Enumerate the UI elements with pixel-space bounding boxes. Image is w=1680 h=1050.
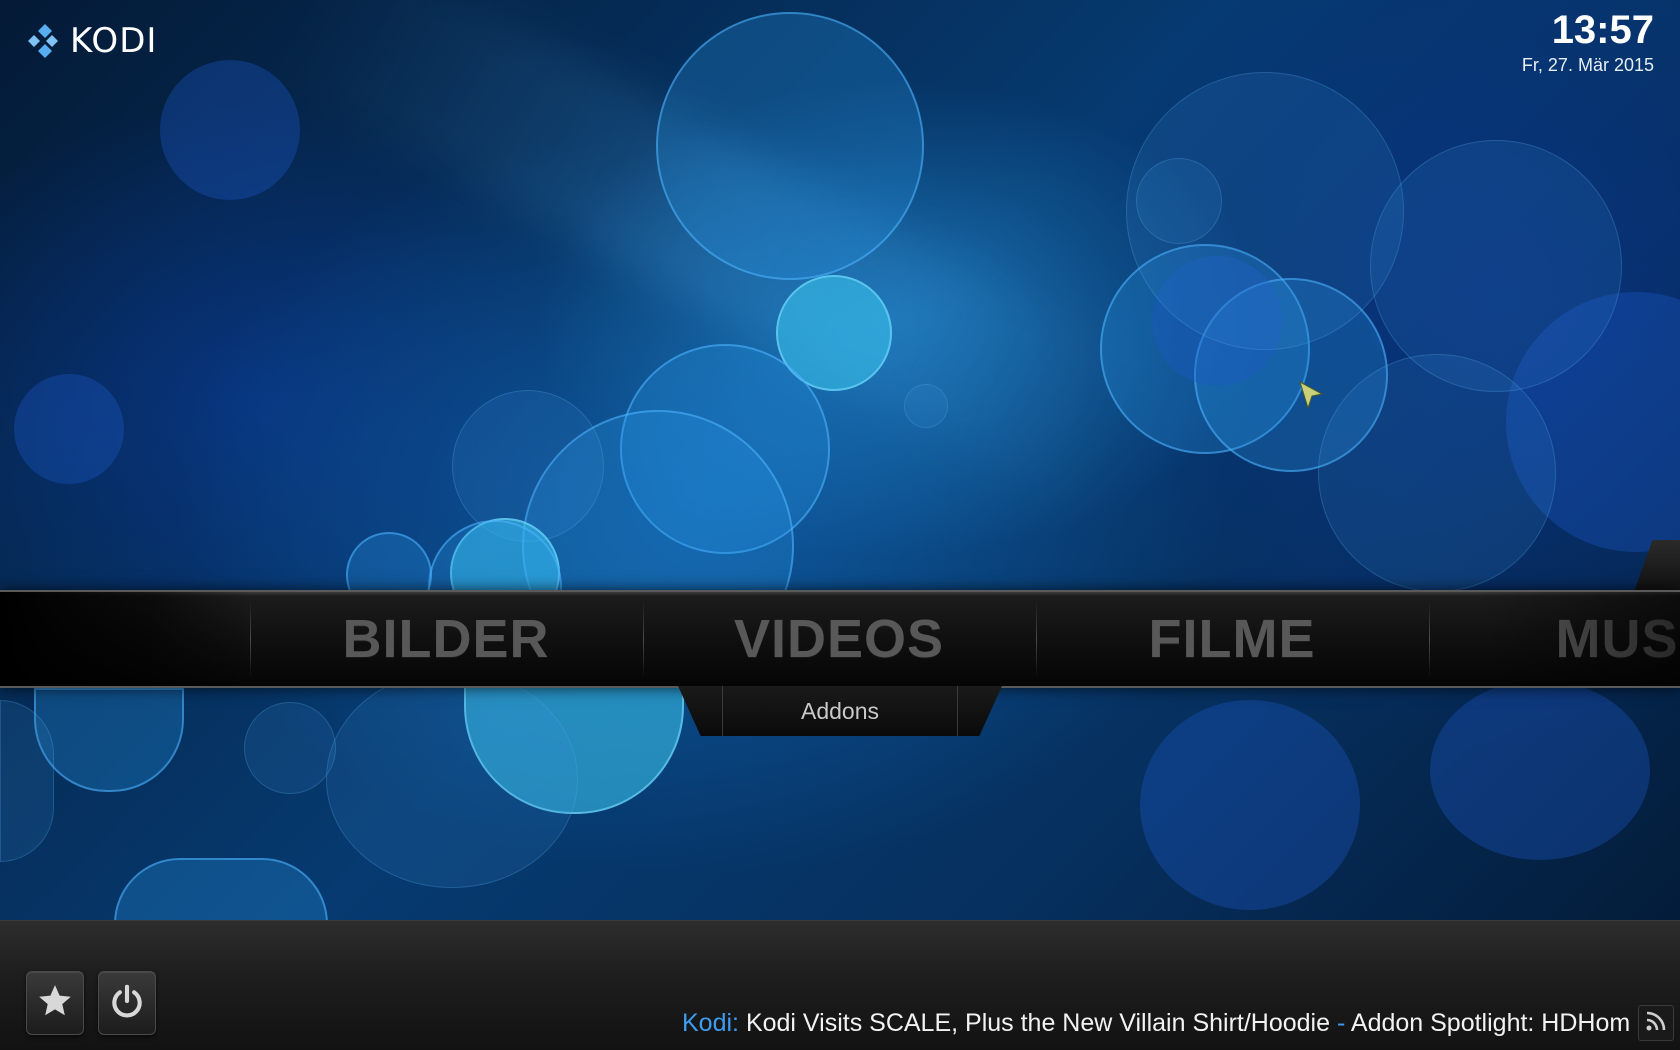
- background-bokeh: [14, 374, 124, 484]
- background-light-streak: [275, 0, 1145, 502]
- background-bokeh: [1194, 278, 1388, 472]
- menu-item-filme[interactable]: FILME: [1036, 592, 1428, 686]
- menu-separator: [1036, 600, 1037, 678]
- menu-fade-right: [1480, 592, 1680, 686]
- main-menu-bar: BILDER VIDEOS FILME MUSI: [0, 590, 1680, 688]
- background-bokeh: [1152, 256, 1282, 386]
- menu-separator: [643, 600, 644, 678]
- background-bokeh: [1506, 292, 1680, 552]
- background-bokeh: [1136, 158, 1222, 244]
- kodi-diamond-icon: [18, 18, 64, 64]
- ticker-source: Kodi:: [682, 1009, 739, 1037]
- rss-button[interactable]: [1638, 1005, 1674, 1041]
- bottom-bar: Kodi: Kodi Visits SCALE, Plus the New Vi…: [0, 920, 1680, 1050]
- rss-ticker[interactable]: Kodi: Kodi Visits SCALE, Plus the New Vi…: [682, 1003, 1630, 1043]
- ticker-headline: Addon Spotlight: HDHomeRun Live T: [1350, 1009, 1630, 1037]
- ticker-separator: -: [1336, 1009, 1346, 1037]
- clock: 13:57 Fr, 27. Mär 2015: [1522, 6, 1654, 76]
- power-icon: [108, 982, 146, 1025]
- menu-item-bilder[interactable]: BILDER: [250, 592, 642, 686]
- ticker-headline: Kodi Visits SCALE, Plus the New Villain …: [745, 1009, 1331, 1037]
- kodi-logo-text: KODI: [70, 21, 158, 61]
- clock-date: Fr, 27. Mär 2015: [1521, 55, 1654, 75]
- side-menu-handle[interactable]: [1634, 540, 1680, 592]
- background-bokeh: [1140, 700, 1360, 910]
- menu-separator: [250, 600, 251, 678]
- background-bokeh: [244, 702, 336, 794]
- favourites-button[interactable]: [26, 971, 84, 1035]
- background-bokeh: [1100, 244, 1310, 454]
- power-button[interactable]: [98, 971, 156, 1035]
- submenu: Addons: [678, 686, 1002, 736]
- mouse-cursor: [1298, 380, 1326, 417]
- submenu-item-addons[interactable]: Addons: [722, 686, 958, 736]
- background-bokeh: [1370, 140, 1622, 392]
- star-icon: [36, 982, 74, 1025]
- kodi-logo: KODI: [18, 18, 157, 64]
- background-bokeh: [326, 670, 578, 888]
- background-bokeh: [1430, 680, 1650, 860]
- menu-fade-left: [0, 592, 250, 686]
- background-bokeh: [452, 390, 604, 542]
- menu-item-videos[interactable]: VIDEOS: [643, 592, 1035, 686]
- kodi-home-screen: KODI 13:57 Fr, 27. Mär 2015 BILDER VIDEO…: [0, 0, 1680, 1050]
- rss-icon: [1644, 1009, 1668, 1038]
- background-bokeh: [1126, 72, 1404, 350]
- background-bokeh: [34, 688, 184, 792]
- background-bokeh: [0, 700, 54, 862]
- clock-time: 13:57: [1551, 8, 1654, 52]
- background-bokeh: [1318, 354, 1556, 592]
- background-bokeh: [114, 858, 328, 924]
- menu-separator: [1429, 600, 1430, 678]
- background-bokeh: [620, 344, 830, 554]
